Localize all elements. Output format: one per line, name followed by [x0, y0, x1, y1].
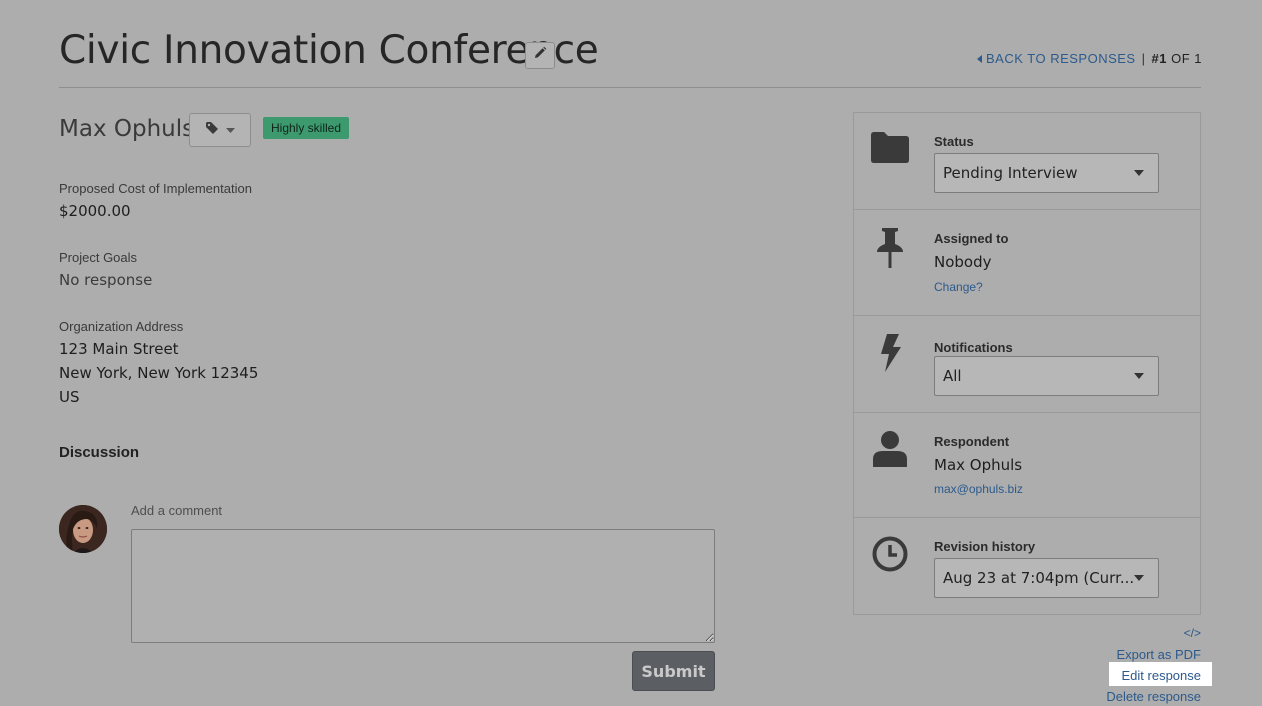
address-line: US — [59, 388, 80, 406]
folder-icon — [870, 131, 910, 163]
nav-separator: | — [1141, 51, 1146, 66]
discussion-heading: Discussion — [59, 444, 140, 461]
assigned-label: Assigned to — [934, 231, 1009, 246]
address-line: New York, New York 12345 — [59, 364, 259, 382]
pushpin-icon — [870, 228, 910, 268]
chevron-left-icon — [976, 51, 982, 66]
status-select[interactable]: Pending Interview — [934, 153, 1159, 193]
change-assignee-link[interactable]: Change? — [934, 280, 983, 294]
caret-down-icon — [1134, 373, 1144, 379]
status-select-value: Pending Interview — [943, 164, 1078, 182]
respondent-value: Max Ophuls — [934, 456, 1023, 474]
header-divider — [59, 87, 1201, 88]
lightning-icon — [870, 334, 910, 372]
respondent-label: Respondent — [934, 434, 1010, 449]
pencil-icon — [533, 46, 547, 65]
response-position: #1 OF 1 — [1152, 51, 1203, 66]
back-to-responses-label: BACK TO RESPONSES — [985, 51, 1136, 66]
status-section: Status Pending Interview — [854, 113, 1200, 210]
field-label-cost: Proposed Cost of Implementation — [59, 181, 252, 196]
address-line: 123 Main Street — [59, 340, 179, 358]
comment-label: Add a comment — [131, 503, 223, 518]
caret-down-icon — [225, 121, 235, 139]
embed-code-link[interactable]: </> — [1184, 626, 1201, 640]
field-label-goals: Project Goals — [59, 250, 138, 265]
assigned-value: Nobody — [934, 253, 992, 271]
assigned-section: Assigned to Nobody Change? — [854, 210, 1200, 316]
revision-section: Revision history Aug 23 at 7:04pm (Curr.… — [854, 518, 1200, 614]
notifications-section: Notifications All — [854, 316, 1200, 413]
comment-textarea[interactable] — [131, 529, 715, 643]
tag-badge[interactable]: Highly skilled — [263, 117, 350, 139]
field-value-goals: No response — [59, 271, 153, 289]
tag-dropdown-button[interactable] — [189, 113, 251, 147]
user-icon — [870, 431, 910, 467]
delete-response-link[interactable]: Delete response — [1106, 689, 1201, 704]
response-sidebar: Status Pending Interview Assigned to Nob… — [853, 112, 1201, 615]
tag-icon — [205, 121, 220, 139]
caret-down-icon — [1134, 575, 1144, 581]
notifications-label: Notifications — [934, 340, 1013, 355]
back-to-responses-link[interactable]: BACK TO RESPONSES — [976, 51, 1136, 66]
edit-response-link[interactable]: Edit response — [1122, 668, 1202, 683]
revision-select-value: Aug 23 at 7:04pm (Curr... — [943, 569, 1135, 587]
respondent-name: Max Ophuls — [59, 116, 195, 142]
revision-label: Revision history — [934, 539, 1036, 554]
respondent-email-link[interactable]: max@ophuls.biz — [934, 482, 1023, 496]
response-position-total: OF 1 — [1171, 51, 1202, 66]
revision-select[interactable]: Aug 23 at 7:04pm (Curr... — [934, 558, 1159, 598]
page-title: Civic Innovation Conference — [59, 28, 599, 73]
response-position-current: #1 — [1151, 51, 1167, 66]
notifications-select-value: All — [943, 367, 962, 385]
clock-icon — [870, 536, 910, 572]
respondent-section: Respondent Max Ophuls max@ophuls.biz — [854, 413, 1200, 518]
field-value-cost: $2000.00 — [59, 202, 131, 220]
export-pdf-link[interactable]: Export as PDF — [1116, 647, 1201, 662]
field-label-address: Organization Address — [59, 319, 184, 334]
submit-button[interactable]: Submit — [632, 651, 715, 691]
response-navigation: BACK TO RESPONSES | #1 OF 1 — [976, 51, 1203, 66]
status-label: Status — [934, 134, 974, 149]
avatar — [59, 505, 107, 553]
caret-down-icon — [1134, 170, 1144, 176]
edit-title-button[interactable] — [525, 42, 555, 69]
notifications-select[interactable]: All — [934, 356, 1159, 396]
